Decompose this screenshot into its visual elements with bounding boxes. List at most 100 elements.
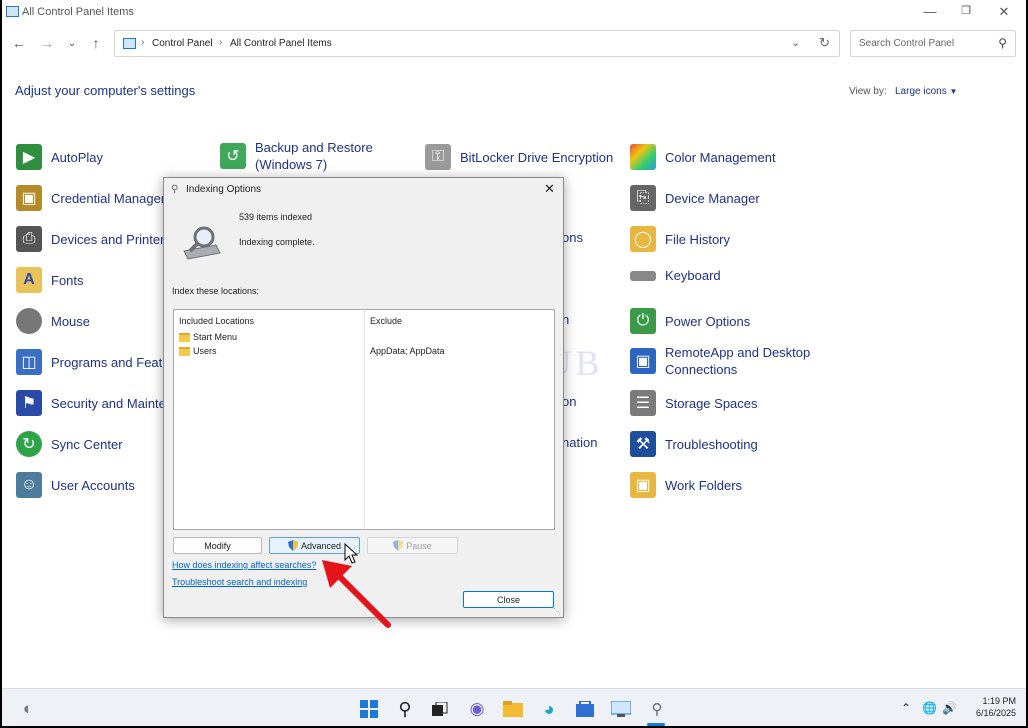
resize-grip-icon[interactable]: ⋱ xyxy=(553,607,561,616)
troubleshoot-link[interactable]: Troubleshoot search and indexing xyxy=(172,577,307,587)
item-label: AutoPlay xyxy=(51,149,104,165)
item-label: Color Management xyxy=(665,149,776,165)
task-view-icon[interactable] xyxy=(430,699,450,719)
item-label: Power Options xyxy=(665,313,751,329)
item-label: User Accounts xyxy=(51,477,135,493)
close-icon[interactable]: ✕ xyxy=(544,181,555,197)
window-title: All Control Panel Items xyxy=(22,6,134,18)
item-color-management[interactable]: Color Management xyxy=(630,144,776,170)
advanced-button[interactable]: Advanced xyxy=(269,537,360,554)
control-panel-icon xyxy=(6,6,19,17)
item-sync-center[interactable]: ↻ Sync Center xyxy=(16,431,123,457)
control-panel-taskbar-icon[interactable] xyxy=(611,699,631,719)
network-icon[interactable]: 🌐 xyxy=(922,701,937,715)
header-included-locations[interactable]: Included Locations xyxy=(179,316,254,326)
item-storage-spaces[interactable]: ☰ Storage Spaces xyxy=(630,390,758,416)
navigation-bar: ← → ⌄ ↑ › Control Panel › All Control Pa… xyxy=(2,30,1026,58)
item-mouse[interactable]: Mouse xyxy=(16,308,90,334)
item-credential-manager[interactable]: ▣ Credential Manager xyxy=(16,185,165,211)
item-fonts[interactable]: A Fonts xyxy=(16,267,84,293)
active-app-indicator xyxy=(647,723,665,726)
view-by-label: View by: xyxy=(849,86,887,97)
location-name: Users xyxy=(193,346,217,356)
indexing-magnifier-icon xyxy=(183,226,221,260)
refresh-icon[interactable]: ↻ xyxy=(819,35,830,51)
store-icon[interactable] xyxy=(575,699,595,719)
item-user-accounts[interactable]: ☺ User Accounts xyxy=(16,472,135,498)
item-label-partial[interactable]: nation xyxy=(562,435,597,450)
item-label: Fonts xyxy=(51,272,84,288)
exclude-value: AppData; AppData xyxy=(370,346,445,356)
edge-icon[interactable]: ◕ xyxy=(539,699,559,719)
recent-chevron-down-icon[interactable]: ⌄ xyxy=(63,38,81,49)
item-label-partial[interactable]: ons xyxy=(562,230,583,245)
item-work-folders[interactable]: ▣ Work Folders xyxy=(630,472,742,498)
indexing-taskbar-icon[interactable]: ⚲ xyxy=(647,699,667,719)
item-remoteapp[interactable]: ▣ RemoteApp and Desktop Connections xyxy=(630,344,810,378)
item-label: Backup and Restore (Windows 7) xyxy=(255,140,373,172)
search-icon[interactable]: ⚲ xyxy=(395,699,415,719)
start-icon[interactable] xyxy=(359,699,379,719)
title-bar: All Control Panel Items — ❐ ✕ xyxy=(2,0,1026,24)
breadcrumb-control-panel[interactable]: Control Panel xyxy=(152,38,213,49)
item-label-partial[interactable]: on xyxy=(562,394,576,409)
item-label: Devices and Printers xyxy=(51,231,171,247)
address-dropdown-icon[interactable]: ⌄ xyxy=(791,36,800,49)
item-backup-restore[interactable]: ↺ Backup and Restore (Windows 7) xyxy=(220,139,373,173)
item-label: Work Folders xyxy=(665,477,743,493)
folder-icon xyxy=(179,332,190,342)
forward-arrow-icon[interactable]: → xyxy=(38,35,56,51)
item-label: File History xyxy=(665,231,731,247)
close-button[interactable]: Close xyxy=(463,591,554,608)
indexing-options-dialog: ⚲ Indexing Options ✕ 539 items indexed I… xyxy=(163,177,564,618)
breadcrumb-all-items[interactable]: All Control Panel Items xyxy=(230,38,332,49)
search-input[interactable]: Search Control Panel ⚲ xyxy=(850,30,1016,57)
volume-icon[interactable]: 🔊 xyxy=(942,701,957,715)
close-icon[interactable]: ✕ xyxy=(994,4,1014,20)
programs-icon: ◫ xyxy=(16,349,42,375)
chat-icon[interactable]: ◉ xyxy=(467,699,487,719)
storage-icon: ☰ xyxy=(630,390,656,416)
item-autoplay[interactable]: ▶ AutoPlay xyxy=(16,144,103,170)
locations-list[interactable]: Included Locations Exclude Start Menu Us… xyxy=(173,309,555,530)
item-keyboard[interactable]: Keyboard xyxy=(630,267,721,284)
item-file-history[interactable]: ◯ File History xyxy=(630,226,730,252)
index-locations-label: Index these locations: xyxy=(172,286,260,296)
widgets-icon[interactable]: ◐ xyxy=(18,699,38,719)
modify-button[interactable]: Modify xyxy=(173,537,262,554)
dropdown-caret-icon: ▼ xyxy=(949,87,958,96)
header-exclude[interactable]: Exclude xyxy=(370,316,402,326)
item-device-manager[interactable]: ⎘ Device Manager xyxy=(630,185,760,211)
item-bitlocker[interactable]: ⚿ BitLocker Drive Encryption xyxy=(425,144,613,170)
vault-icon: ▣ xyxy=(16,185,42,211)
breadcrumb-chevron-icon: › xyxy=(141,37,145,48)
item-troubleshooting[interactable]: ⚒ Troubleshooting xyxy=(630,431,758,457)
list-item[interactable]: Users xyxy=(179,346,217,356)
search-icon[interactable]: ⚲ xyxy=(998,36,1007,50)
file-explorer-icon[interactable] xyxy=(503,699,523,719)
mouse-icon xyxy=(16,308,42,334)
address-bar[interactable]: › Control Panel › All Control Panel Item… xyxy=(114,30,840,57)
pause-button[interactable]: Pause xyxy=(367,537,458,554)
column-divider xyxy=(364,310,365,529)
maximize-icon[interactable]: ❐ xyxy=(956,4,976,17)
minimize-icon[interactable]: — xyxy=(920,4,940,19)
clock-date: 6/16/2025 xyxy=(975,708,1016,718)
list-item[interactable]: Start Menu xyxy=(179,332,237,342)
up-arrow-icon[interactable]: ↑ xyxy=(87,35,105,51)
back-arrow-icon[interactable]: ← xyxy=(10,35,28,51)
folder-icon: ◯ xyxy=(630,226,656,252)
color-icon xyxy=(630,144,656,170)
taskbar: ◐ ⚲ ◉ ◕ ⚲ ⌃ 🌐 🔊 1:19 PM 6/16/2025 xyxy=(2,688,1026,726)
item-devices-printers[interactable]: ⎙ Devices and Printers xyxy=(16,226,171,252)
how-indexing-link[interactable]: How does indexing affect searches? xyxy=(172,560,316,570)
view-by-dropdown[interactable]: Large icons ▼ xyxy=(895,86,957,97)
item-label: Troubleshooting xyxy=(665,436,758,452)
indexing-status: Indexing complete. xyxy=(239,237,315,247)
item-power-options[interactable]: ⏻ Power Options xyxy=(630,308,750,334)
system-clock[interactable]: 1:19 PM 6/16/2025 xyxy=(966,695,1016,719)
control-panel-icon xyxy=(123,38,136,49)
device-manager-icon: ⎘ xyxy=(630,185,656,211)
tray-chevron-icon[interactable]: ⌃ xyxy=(901,701,911,715)
item-programs-features[interactable]: ◫ Programs and Features xyxy=(16,349,188,375)
